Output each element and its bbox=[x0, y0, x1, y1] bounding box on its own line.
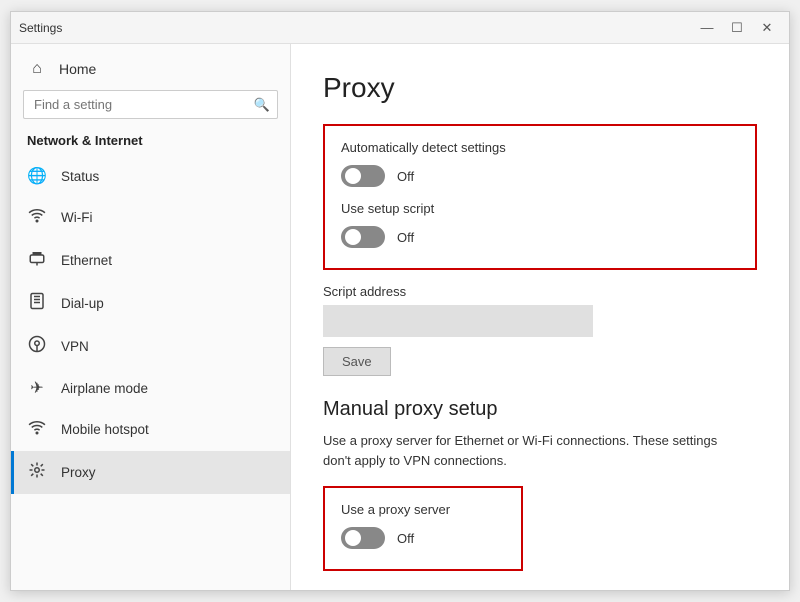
proxy-icon bbox=[27, 461, 47, 484]
main-content: Proxy Automatically detect settings Off … bbox=[291, 44, 789, 590]
search-icon: 🔍 bbox=[254, 97, 270, 113]
sidebar-item-label: Mobile hotspot bbox=[61, 422, 149, 437]
sidebar-item-home[interactable]: ⌂ Home bbox=[11, 44, 290, 90]
auto-detect-title: Automatically detect settings bbox=[341, 140, 739, 155]
hotspot-icon bbox=[27, 418, 47, 441]
sidebar-item-vpn[interactable]: VPN bbox=[11, 325, 290, 368]
toggle-thumb bbox=[345, 530, 361, 546]
airplane-icon: ✈ bbox=[27, 378, 47, 398]
auto-detect-toggle-row: Off bbox=[341, 165, 739, 187]
sidebar-section-label: Network & Internet bbox=[11, 133, 290, 156]
wifi-icon bbox=[27, 206, 47, 229]
search-input[interactable] bbox=[23, 90, 278, 119]
ethernet-icon bbox=[27, 249, 47, 272]
titlebar: Settings — ☐ ✕ bbox=[11, 12, 789, 44]
save-button[interactable]: Save bbox=[323, 347, 391, 376]
maximize-button[interactable]: ☐ bbox=[723, 17, 751, 39]
setup-script-toggle[interactable] bbox=[341, 226, 385, 248]
page-title: Proxy bbox=[323, 72, 757, 104]
toggle-thumb bbox=[345, 168, 361, 184]
manual-proxy-title: Manual proxy setup bbox=[323, 398, 757, 421]
settings-window: Settings — ☐ ✕ ⌂ Home 🔍 Network & Intern… bbox=[10, 11, 790, 591]
window-title: Settings bbox=[19, 21, 62, 35]
sidebar-item-dialup[interactable]: Dial-up bbox=[11, 282, 290, 325]
use-proxy-section: Use a proxy server Off bbox=[323, 486, 523, 571]
use-proxy-toggle[interactable] bbox=[341, 527, 385, 549]
use-proxy-toggle-row: Off bbox=[341, 527, 505, 549]
setup-script-title: Use setup script bbox=[341, 201, 739, 216]
setup-script-toggle-row: Off bbox=[341, 226, 739, 248]
sidebar-search[interactable]: 🔍 bbox=[23, 90, 278, 119]
sidebar-item-label: Airplane mode bbox=[61, 381, 148, 396]
script-address-input[interactable] bbox=[323, 305, 593, 337]
vpn-icon bbox=[27, 335, 47, 358]
sidebar-item-ethernet[interactable]: Ethernet bbox=[11, 239, 290, 282]
dialup-icon bbox=[27, 292, 47, 315]
use-proxy-toggle-label: Off bbox=[397, 531, 414, 546]
manual-proxy-description: Use a proxy server for Ethernet or Wi-Fi… bbox=[323, 431, 743, 470]
auto-detect-toggle[interactable] bbox=[341, 165, 385, 187]
automatic-setup-section: Automatically detect settings Off Use se… bbox=[323, 124, 757, 270]
sidebar-item-airplane[interactable]: ✈ Airplane mode bbox=[11, 368, 290, 408]
sidebar-item-label: Wi-Fi bbox=[61, 210, 92, 225]
toggle-thumb bbox=[345, 229, 361, 245]
window-controls: — ☐ ✕ bbox=[693, 17, 781, 39]
sidebar-item-label: Proxy bbox=[61, 465, 96, 480]
sidebar-item-proxy[interactable]: Proxy bbox=[11, 451, 290, 494]
close-button[interactable]: ✕ bbox=[753, 17, 781, 39]
use-proxy-title: Use a proxy server bbox=[341, 502, 505, 517]
content-area: ⌂ Home 🔍 Network & Internet 🌐 Status Wi-… bbox=[11, 44, 789, 590]
auto-detect-toggle-label: Off bbox=[397, 169, 414, 184]
sidebar: ⌂ Home 🔍 Network & Internet 🌐 Status Wi-… bbox=[11, 44, 291, 590]
status-icon: 🌐 bbox=[27, 166, 47, 186]
sidebar-home-label: Home bbox=[59, 61, 96, 77]
sidebar-item-label: Dial-up bbox=[61, 296, 104, 311]
sidebar-item-hotspot[interactable]: Mobile hotspot bbox=[11, 408, 290, 451]
sidebar-item-wifi[interactable]: Wi-Fi bbox=[11, 196, 290, 239]
script-address-label: Script address bbox=[323, 284, 757, 299]
home-icon: ⌂ bbox=[27, 60, 47, 78]
sidebar-item-label: Ethernet bbox=[61, 253, 112, 268]
sidebar-item-label: Status bbox=[61, 169, 99, 184]
sidebar-item-status[interactable]: 🌐 Status bbox=[11, 156, 290, 196]
sidebar-item-label: VPN bbox=[61, 339, 89, 354]
minimize-button[interactable]: — bbox=[693, 17, 721, 39]
setup-script-toggle-label: Off bbox=[397, 230, 414, 245]
